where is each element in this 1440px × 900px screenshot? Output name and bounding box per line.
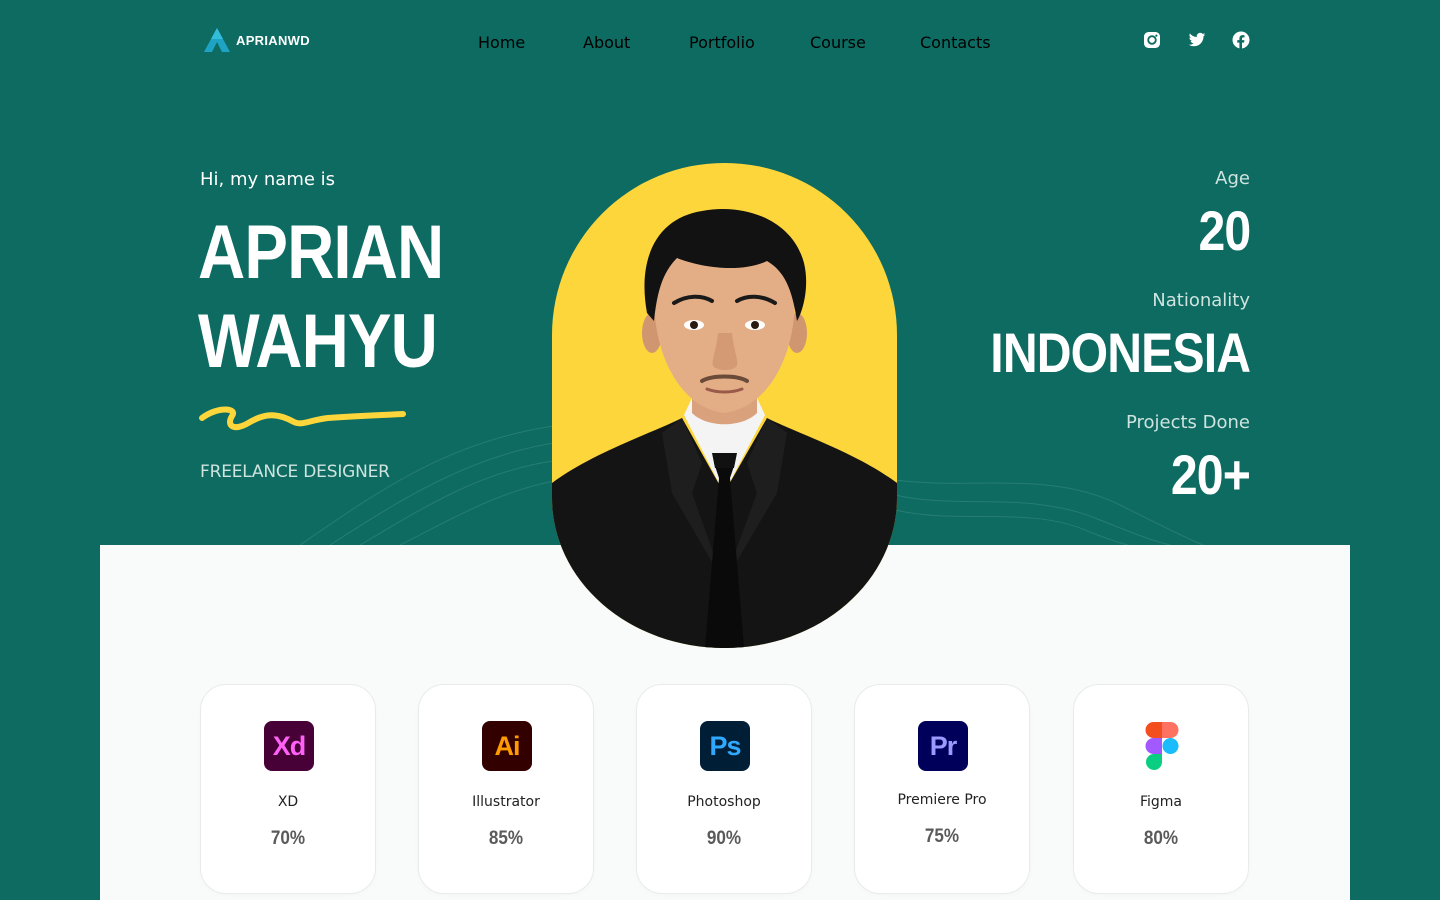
- skill-percent: 75%: [924, 826, 960, 847]
- skill-card-illustrator[interactable]: Ai Illustrator 85%: [418, 684, 594, 894]
- adobe-photoshop-icon: Ps: [700, 721, 750, 771]
- figma-icon: [1137, 721, 1187, 771]
- first-name: APRIAN: [198, 210, 444, 295]
- skill-card-premiere[interactable]: Pr Premiere Pro 75%: [854, 684, 1030, 894]
- skill-card-photoshop[interactable]: Ps Photoshop 90%: [636, 684, 812, 894]
- greeting-text: Hi, my name is: [200, 169, 336, 190]
- age-label: Age: [1215, 168, 1250, 189]
- nav-contacts[interactable]: Contacts: [920, 33, 991, 52]
- skill-name: Illustrator: [472, 794, 540, 810]
- last-name: WAHYU: [198, 299, 438, 384]
- portrait-illustration: [552, 208, 897, 648]
- skill-percent: 70%: [270, 828, 306, 849]
- skill-card-figma[interactable]: Figma 80%: [1073, 684, 1249, 894]
- logo-mark-icon: [204, 28, 230, 52]
- skill-name: Figma: [1139, 794, 1183, 810]
- nav-home[interactable]: Home: [478, 33, 525, 52]
- age-value: 20: [1198, 199, 1251, 262]
- skill-percent: 90%: [706, 828, 742, 849]
- projects-label: Projects Done: [1125, 412, 1250, 433]
- nav-portfolio[interactable]: Portfolio: [689, 33, 755, 52]
- nationality-value: INDONESIA: [990, 321, 1251, 384]
- skill-card-xd[interactable]: Xd XD 70%: [200, 684, 376, 894]
- profile-photo: [552, 163, 897, 648]
- underline-squiggle: [199, 406, 406, 431]
- brand-name: APRIANWD: [236, 32, 310, 48]
- adobe-xd-icon: Xd: [264, 721, 314, 771]
- nav-course[interactable]: Course: [810, 33, 866, 52]
- projects-value: 20+: [1170, 443, 1251, 506]
- skill-percent: 85%: [488, 828, 524, 849]
- adobe-illustrator-icon: Ai: [482, 721, 532, 771]
- nationality-label: Nationality: [1152, 290, 1250, 311]
- adobe-premiere-icon: Pr: [918, 721, 968, 771]
- twitter-icon[interactable]: [1188, 31, 1206, 49]
- instagram-icon[interactable]: [1143, 31, 1161, 49]
- skill-name: XD: [277, 794, 299, 810]
- skill-name: Premiere Pro: [897, 792, 987, 808]
- role-text: FREELANCE DESIGNER: [200, 462, 390, 482]
- facebook-icon[interactable]: [1232, 31, 1250, 49]
- skill-percent: 80%: [1143, 828, 1179, 849]
- skill-name: Photoshop: [687, 794, 761, 810]
- nav-about[interactable]: About: [583, 33, 630, 52]
- brand-logo[interactable]: APRIANWD: [203, 27, 310, 53]
